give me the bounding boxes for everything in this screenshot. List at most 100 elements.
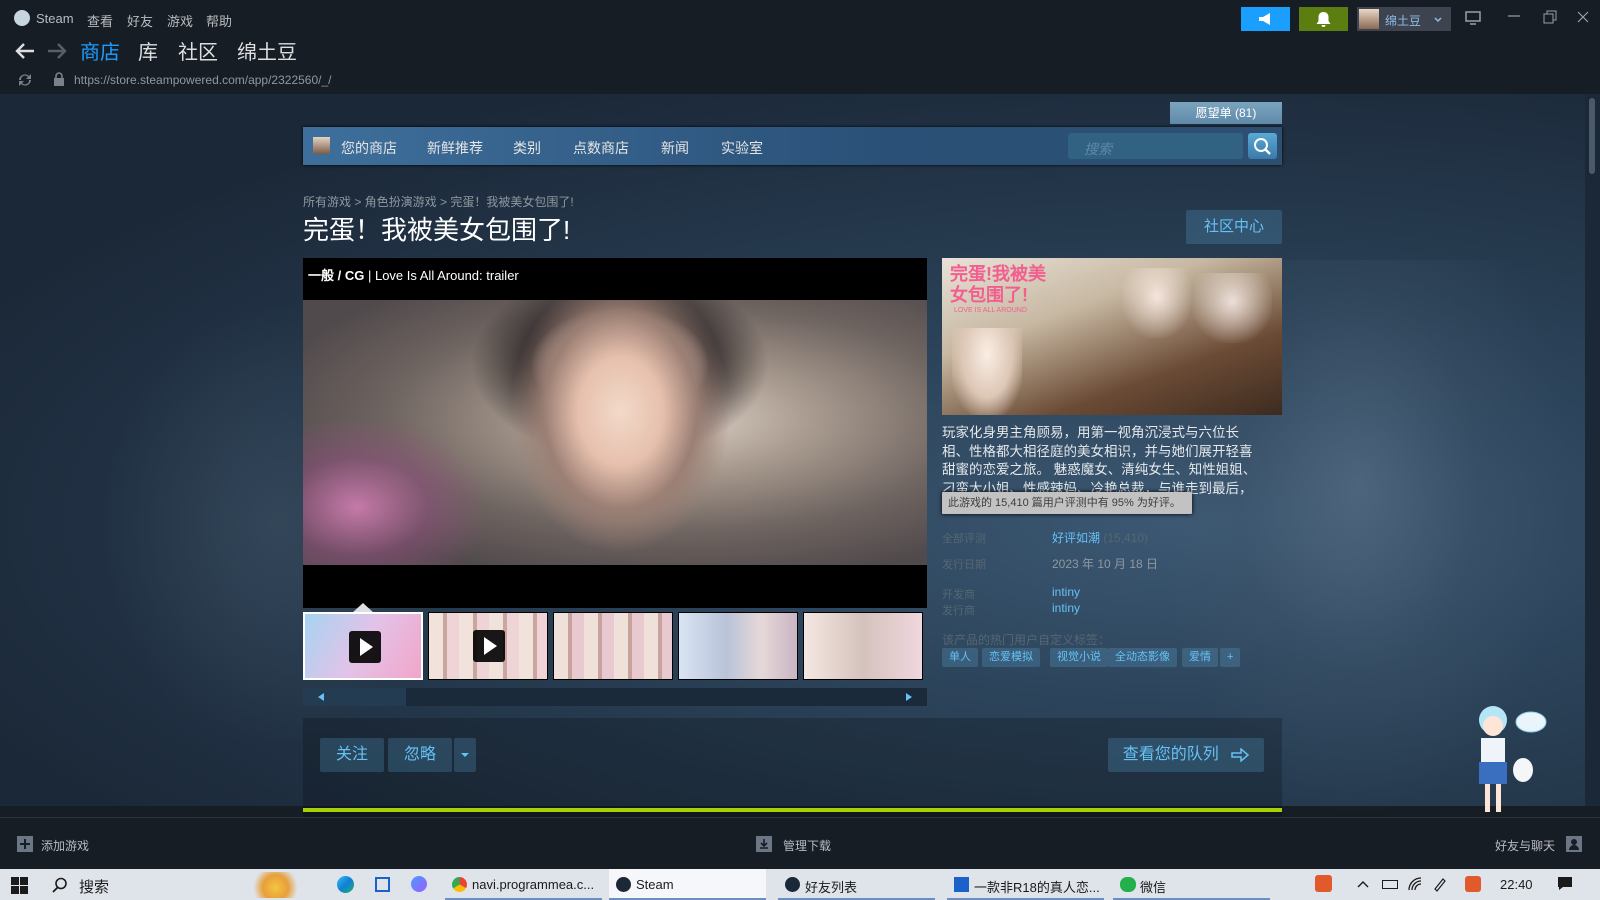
wifi-icon[interactable]	[1407, 876, 1423, 892]
reviews-label: 全部评测	[942, 533, 986, 545]
battery-icon[interactable]	[1382, 880, 1398, 889]
taskbar-item-label: 微信	[1140, 880, 1167, 895]
forward-arrow-icon[interactable]	[46, 41, 68, 61]
friends-chat-button[interactable]: 好友与聊天	[1495, 837, 1555, 854]
taskbar-search[interactable]: 搜索	[79, 876, 109, 897]
thumbnail-2[interactable]	[428, 612, 548, 680]
arrow-right-icon	[1231, 747, 1250, 762]
notification-center-icon[interactable]	[1557, 876, 1573, 891]
video-frame-face	[510, 300, 740, 565]
view-queue-button[interactable]: 查看您的队列	[1108, 738, 1264, 772]
game-capsule-image: 完蛋!我被美女包围了! LOVE IS ALL AROUND	[942, 258, 1282, 415]
video-label-title: | Love Is All Around: trailer	[367, 268, 519, 283]
taskbar-item-browser-tab[interactable]: 一款非R18的真人恋...	[947, 869, 1104, 900]
thumbnail-1[interactable]	[303, 612, 423, 680]
menu-games[interactable]: 游戏	[167, 11, 193, 30]
windows-start-icon[interactable]	[11, 877, 28, 894]
announcement-button[interactable]	[1241, 7, 1290, 31]
taskbar-item-label: Steam	[636, 877, 674, 892]
wishlist-button[interactable]: 愿望单 (81)	[1170, 102, 1282, 124]
capsule-figure	[952, 328, 1022, 415]
tab-community[interactable]: 社区	[178, 36, 218, 65]
breadcrumb[interactable]: 所有游戏 > 角色扮演游戏 > 完蛋！我被美女包围了!	[303, 193, 574, 210]
taskbar-item-wechat[interactable]: 微信	[1113, 869, 1270, 900]
taskbar-item-friends[interactable]: 好友列表	[778, 869, 935, 900]
menu-friends[interactable]: 好友	[127, 11, 153, 30]
reviews-value[interactable]: 好评如潮	[1052, 531, 1100, 545]
taskbar-item-chrome[interactable]: navi.programmea.c...	[445, 869, 602, 900]
tray-expand-icon[interactable]	[1357, 879, 1369, 889]
user-menu-button[interactable]: 绵土豆	[1357, 7, 1451, 31]
scroll-left-icon[interactable]	[316, 692, 326, 702]
developer-link[interactable]: intiny	[1052, 585, 1080, 599]
play-icon	[349, 631, 381, 663]
app-icon[interactable]	[411, 876, 427, 892]
tag-romance[interactable]: 爱情	[1182, 648, 1218, 667]
tab-library[interactable]: 库	[138, 36, 158, 65]
capsule-figure	[1192, 273, 1272, 343]
pen-icon[interactable]	[1432, 876, 1448, 892]
menu-steam[interactable]: Steam	[36, 11, 74, 26]
chevron-down-icon	[1434, 17, 1442, 23]
input-method-icon[interactable]	[1315, 875, 1332, 892]
scroll-right-icon[interactable]	[904, 692, 914, 702]
menu-view[interactable]: 查看	[87, 11, 113, 30]
store-nav-points-shop[interactable]: 点数商店	[573, 138, 629, 158]
edge-icon[interactable]	[337, 876, 354, 893]
search-button[interactable]	[1248, 133, 1277, 159]
friends-icon[interactable]	[1566, 836, 1582, 852]
steam-icon	[785, 877, 800, 892]
bell-icon	[1316, 12, 1331, 27]
store-nav-news[interactable]: 新闻	[661, 138, 689, 158]
release-date-label: 发行日期	[942, 559, 986, 571]
page-scrollbar[interactable]	[1585, 94, 1600, 806]
reviews-summary[interactable]: 好评如潮 (15,410)	[1052, 529, 1148, 546]
wechat-icon	[1120, 877, 1136, 892]
purchase-area-edge	[303, 808, 1282, 812]
ignore-button[interactable]: 忽略	[388, 738, 452, 772]
tag-fmv[interactable]: 全动态影像	[1108, 648, 1177, 667]
window-app-icon[interactable]	[375, 877, 390, 892]
taskbar-item-label: navi.programmea.c...	[472, 877, 595, 892]
big-picture-icon[interactable]	[1465, 11, 1481, 25]
view-queue-label: 查看您的队列	[1122, 746, 1219, 763]
ime-icon[interactable]	[1465, 876, 1481, 892]
tag-dating-sim[interactable]: 恋爱模拟	[982, 648, 1040, 667]
add-game-button[interactable]: 添加游戏	[41, 837, 89, 854]
tab-store[interactable]: 商店	[80, 36, 120, 69]
community-hub-button[interactable]: 社区中心	[1186, 210, 1282, 244]
minimize-icon[interactable]	[1507, 13, 1521, 19]
url-text[interactable]: https://store.steampowered.com/app/23225…	[74, 73, 332, 87]
thumbnail-4[interactable]	[678, 612, 798, 680]
release-date-value: 2023 年 10 月 18 日	[1052, 557, 1159, 571]
title-bar: Steam 查看 好友 游戏 帮助 绵土豆	[0, 0, 1600, 36]
download-icon[interactable]	[756, 836, 772, 852]
add-game-icon[interactable]	[17, 836, 33, 852]
tag-single-player[interactable]: 单人	[942, 648, 978, 667]
clock[interactable]: 22:40	[1500, 877, 1533, 892]
reload-icon[interactable]	[16, 72, 34, 88]
tag-visual-novel[interactable]: 视觉小说	[1050, 648, 1108, 667]
close-icon[interactable]	[1576, 10, 1590, 24]
ignore-dropdown-button[interactable]	[454, 738, 476, 772]
steam-logo-icon[interactable]	[14, 10, 30, 26]
mascot-sticker-icon	[1479, 706, 1547, 812]
thumbnail-5[interactable]	[803, 612, 923, 680]
store-nav-your-store[interactable]: 您的商店	[341, 138, 397, 158]
scrollbar-thumb[interactable]	[1589, 98, 1595, 174]
store-nav-categories[interactable]: 类别	[513, 138, 541, 158]
store-nav-labs[interactable]: 实验室	[721, 138, 763, 158]
tag-more[interactable]: +	[1220, 648, 1241, 667]
search-icon[interactable]	[52, 877, 68, 893]
follow-button[interactable]: 关注	[320, 738, 384, 772]
menu-help[interactable]: 帮助	[206, 11, 232, 30]
thumbnail-3[interactable]	[553, 612, 673, 680]
store-nav-new[interactable]: 新鲜推荐	[427, 138, 483, 158]
notifications-button[interactable]	[1299, 7, 1348, 31]
back-arrow-icon[interactable]	[14, 41, 36, 61]
tab-profile[interactable]: 绵土豆	[237, 36, 297, 65]
publisher-link[interactable]: intiny	[1052, 601, 1080, 615]
manage-downloads-button[interactable]: 管理下载	[783, 837, 831, 854]
restore-icon[interactable]	[1543, 10, 1557, 24]
taskbar-item-steam[interactable]: Steam	[609, 869, 766, 900]
